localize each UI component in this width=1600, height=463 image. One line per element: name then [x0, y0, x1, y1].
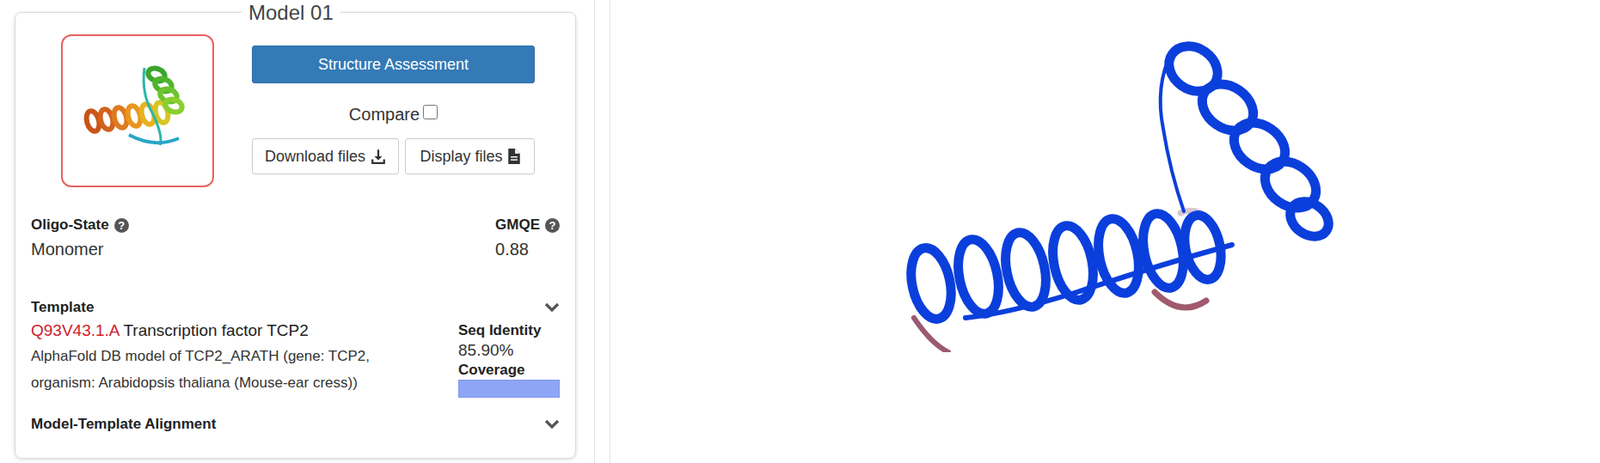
help-icon[interactable]: ?: [545, 218, 560, 233]
download-files-button[interactable]: Download files: [251, 138, 399, 175]
file-icon: [508, 148, 521, 165]
model-card: Model 01: [14, 12, 577, 460]
template-header[interactable]: Template: [30, 298, 560, 318]
template-section: Template Q93V43.1.A Transcription factor…: [30, 298, 560, 399]
compare-toggle[interactable]: Compare: [251, 101, 535, 128]
display-files-button[interactable]: Display files: [404, 138, 535, 175]
gmqe: GMQE ? 0.88: [495, 215, 560, 261]
protein-structure-icon[interactable]: [896, 34, 1344, 353]
template-description: AlphaFold DB model of TCP2_ARATH (gene: …: [30, 343, 393, 397]
stats-row: Oligo-State ? Monomer GMQE ? 0.88: [30, 215, 560, 261]
model-thumbnail[interactable]: [61, 34, 215, 188]
alignment-header[interactable]: Model-Template Alignment: [30, 415, 560, 435]
coverage-fill: [458, 380, 560, 399]
structure-assessment-button[interactable]: Structure Assessment: [251, 45, 535, 84]
model-title: Model 01: [241, 0, 341, 25]
structure-viewer[interactable]: [609, 0, 1600, 463]
oligo-state: Oligo-State ? Monomer: [30, 215, 129, 261]
chevron-down-icon[interactable]: [544, 302, 560, 313]
download-icon: [370, 148, 387, 165]
compare-checkbox[interactable]: [422, 104, 438, 120]
help-icon[interactable]: ?: [114, 218, 129, 233]
coverage-track: [458, 380, 560, 399]
model-panel: Model 01: [0, 0, 595, 463]
protein-thumbnail-icon: [77, 59, 198, 163]
template-link[interactable]: Q93V43.1.A: [30, 321, 119, 340]
chevron-down-icon[interactable]: [544, 419, 560, 430]
